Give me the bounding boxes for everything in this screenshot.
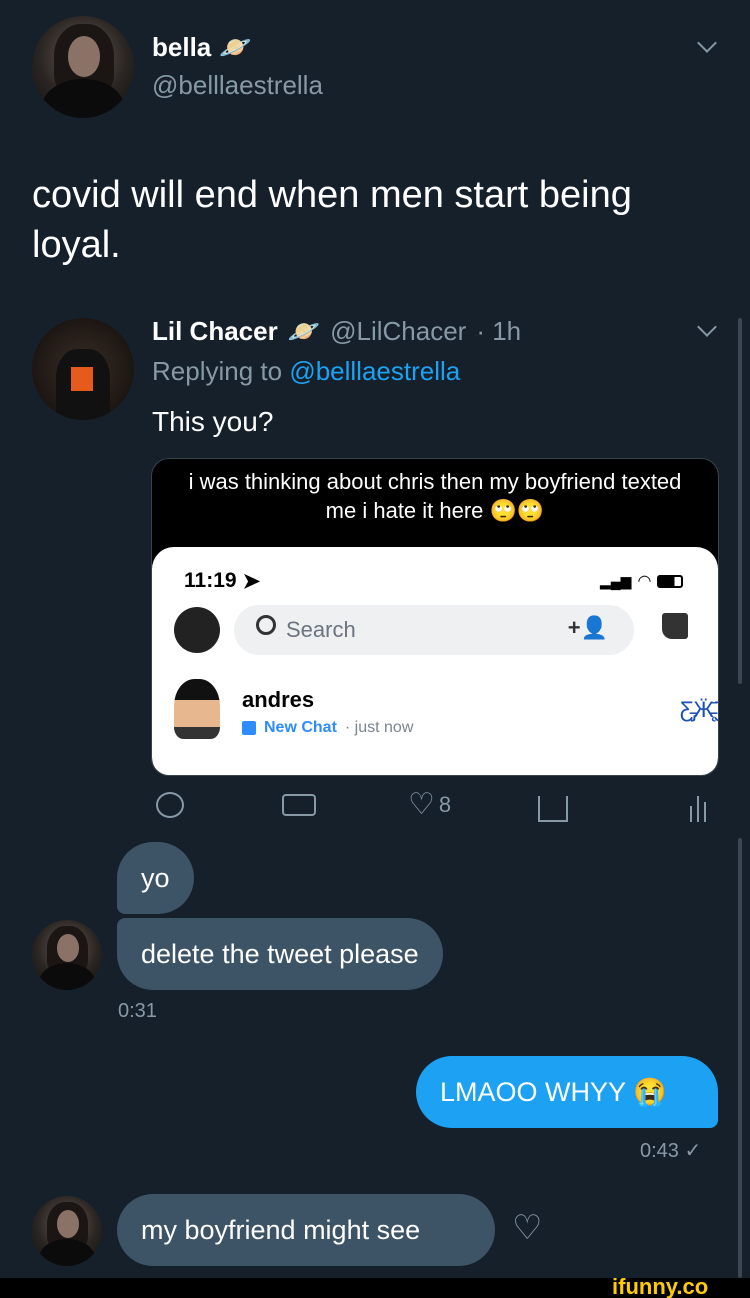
planet-icon: 🪐 — [287, 316, 321, 346]
scrollbar[interactable] — [738, 838, 742, 1278]
search-placeholder: Search — [286, 617, 356, 642]
like-icon[interactable]: ♡ — [408, 790, 435, 820]
message-timestamp: 0:31 — [118, 1000, 157, 1022]
wifi-icon: ◠ — [637, 573, 652, 590]
reply-text: This you? — [152, 406, 274, 437]
message-bubble[interactable]: my boyfriend might see — [117, 1194, 495, 1266]
bitmoji-avatar — [174, 607, 220, 653]
bella-avatar[interactable] — [32, 16, 134, 118]
chat-bubble-icon — [242, 721, 256, 735]
planet-icon: 🪐 — [219, 32, 252, 62]
author-handle[interactable]: @belllaestrella — [152, 70, 323, 101]
reply-author-handle[interactable]: @LilChacer — [330, 316, 466, 347]
sender-avatar — [32, 1196, 102, 1266]
location-arrow-icon: ➤ — [242, 570, 261, 593]
caption-line-2: me i hate it here 🙄🙄 — [325, 498, 545, 523]
search-bar: Search +👤 — [234, 605, 634, 655]
sender-avatar — [32, 920, 102, 990]
embedded-image[interactable]: i was thinking about chris then my boyfr… — [151, 458, 719, 776]
add-friend-icon: +👤 — [567, 615, 608, 640]
chevron-down-icon[interactable] — [697, 317, 717, 337]
battery-icon — [657, 574, 684, 588]
reply-author-name[interactable]: Lil Chacer — [152, 316, 278, 347]
caption-line-1: i was thinking about chris then my boyfr… — [188, 469, 682, 494]
contact-name: andres — [242, 687, 315, 712]
contact-bitmoji — [174, 679, 220, 739]
reply-time: · 1h — [476, 316, 522, 346]
author-name[interactable]: bella — [152, 32, 211, 63]
message-bubble[interactable]: yo — [117, 842, 194, 914]
chat-status: New Chat — [264, 719, 337, 736]
analytics-icon[interactable] — [690, 794, 706, 822]
phone-time: 11:19 — [184, 569, 237, 592]
reply-icon[interactable] — [156, 792, 184, 818]
message-bubble-outgoing[interactable]: LMAOO WHYY 😭 — [416, 1056, 718, 1128]
watermark: ifunny.co — [612, 1274, 709, 1298]
butterfly-icon: Ƹ̵̡Ӝ̵̨̄Ʒ — [680, 697, 718, 722]
retweet-icon[interactable] — [282, 794, 316, 816]
react-icon[interactable]: ♡ — [512, 1208, 542, 1248]
new-chat-icon — [662, 613, 688, 639]
tweet-text: covid will end when men start being loya… — [32, 174, 632, 266]
lilchacer-avatar[interactable] — [32, 318, 134, 420]
signal-icon: ▂▄▆ — [600, 572, 632, 589]
message-timestamp: 0:43 ✓ — [640, 1140, 702, 1162]
chevron-down-icon[interactable] — [697, 33, 717, 53]
share-icon[interactable] — [538, 796, 568, 822]
replying-handle-link[interactable]: @belllaestrella — [289, 356, 460, 386]
chat-time: · just now — [344, 719, 414, 736]
search-icon — [256, 615, 276, 635]
scrollbar[interactable] — [738, 318, 742, 684]
snapchat-screenshot: 11:19 ➤ ▂▄▆ ◠ Search +👤 andres New Chat … — [152, 547, 718, 775]
replying-prefix: Replying to — [152, 356, 283, 386]
message-bubble[interactable]: delete the tweet please — [117, 918, 443, 990]
like-count: 8 — [438, 792, 452, 817]
